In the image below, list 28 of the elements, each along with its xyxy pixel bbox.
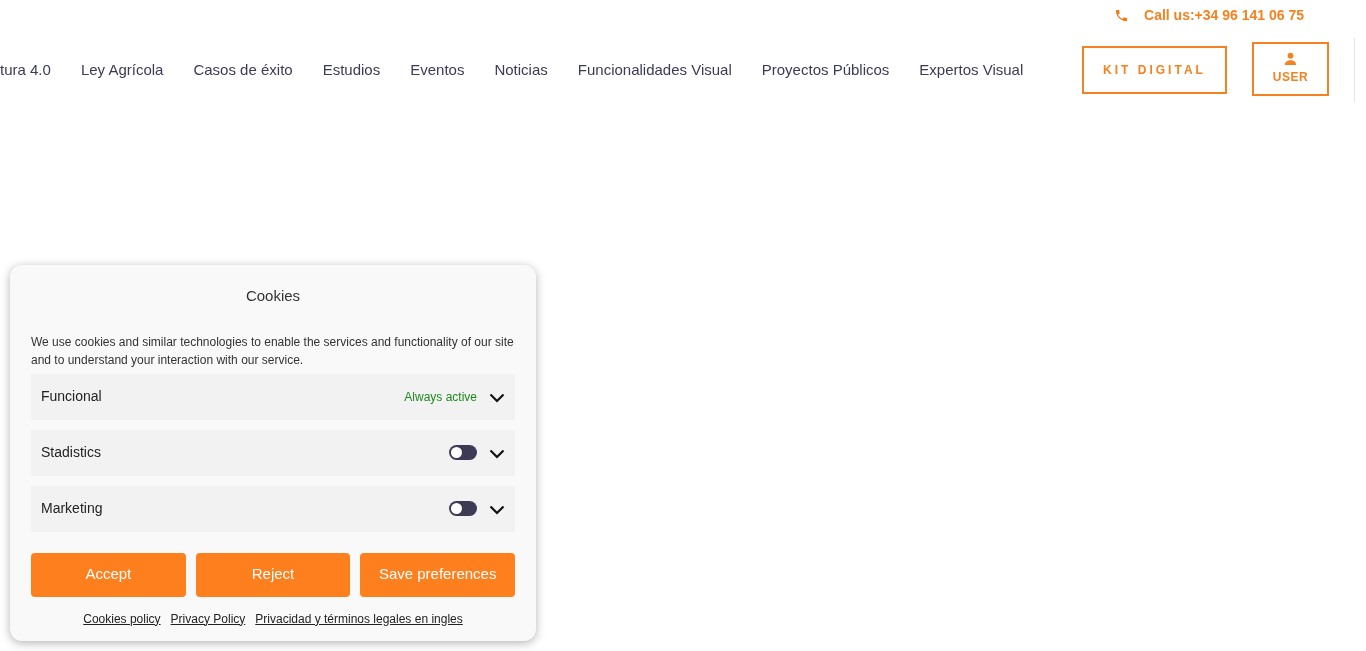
nav-link[interactable]: Casos de éxito bbox=[193, 58, 293, 82]
category-label: Stadistics bbox=[41, 443, 101, 462]
category-row[interactable]: Marketing bbox=[31, 485, 515, 532]
nav-link[interactable]: Proyectos Públicos bbox=[761, 58, 890, 82]
phone-icon bbox=[1114, 8, 1130, 23]
person-icon bbox=[1284, 52, 1297, 65]
toggle-switch[interactable] bbox=[449, 445, 477, 460]
nav-link[interactable]: Noticias bbox=[494, 58, 548, 82]
policy-link[interactable]: Cookies policy bbox=[83, 609, 161, 628]
category-label: Funcional bbox=[41, 387, 102, 406]
nav-link[interactable]: Estudios bbox=[322, 58, 381, 82]
toggle-switch[interactable] bbox=[449, 501, 477, 516]
nav-link[interactable]: Funcionalidades Visual bbox=[577, 58, 732, 82]
nav-link[interactable]: Eventos bbox=[410, 58, 465, 82]
always-active-status: Always active bbox=[404, 388, 477, 406]
category-row[interactable]: Funcional Always active bbox=[31, 373, 515, 420]
chevron-down-icon[interactable] bbox=[489, 504, 505, 515]
category-label: Marketing bbox=[41, 499, 103, 518]
category-row[interactable]: Stadistics bbox=[31, 429, 515, 476]
policy-link[interactable]: Privacidad y términos legales en ingles bbox=[255, 609, 463, 628]
nav-link[interactable]: tura 4.0 bbox=[0, 58, 51, 82]
banner-description: We use cookies and similar technologies to enable the services and functionality of our site and to understand your interaction with our service. bbox=[31, 333, 515, 369]
nav-link[interactable]: Expertos Visual bbox=[919, 58, 1024, 82]
nav-link[interactable]: Ley Agrícola bbox=[80, 58, 164, 82]
chevron-down-icon[interactable] bbox=[489, 392, 505, 403]
policy-link[interactable]: Privacy Policy bbox=[170, 609, 246, 628]
banner-title: Cookies bbox=[245, 286, 301, 306]
chevron-down-icon[interactable] bbox=[489, 448, 505, 459]
